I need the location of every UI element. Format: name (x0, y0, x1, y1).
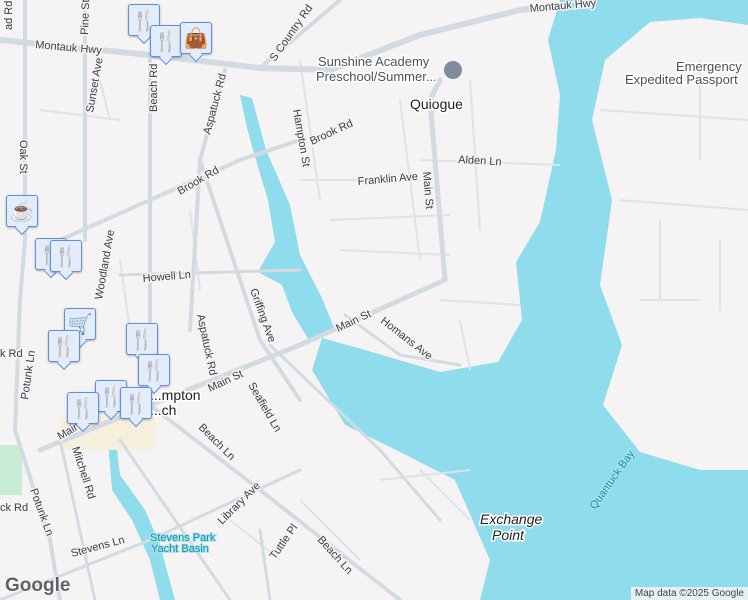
marker-restaurant-icon[interactable]: 🍴 (126, 323, 158, 355)
marker-restaurant-icon[interactable]: 🍴 (150, 25, 182, 57)
label-main-st-3: Main St (420, 171, 435, 209)
park-area (0, 445, 22, 495)
label-seafield-ln: Seafield Ln (245, 381, 283, 435)
poi-sunshine-academy-1[interactable]: Sunshine Academy (317, 53, 432, 71)
label-franklin-ave: Franklin Ave (357, 171, 418, 188)
label-beach-ln-2: Beach Ln (315, 534, 355, 577)
google-logo: Google (5, 575, 71, 596)
label-library-ave: Library Ave (216, 480, 263, 527)
label-woodland-ave: Woodland Ave (93, 229, 117, 301)
place-quiogue: Quiogue (410, 96, 463, 112)
label-oak-st: Oak St (17, 140, 29, 174)
label-beach-rd: Beach Rd (148, 64, 160, 112)
label-partial-rd-2: ck Rd (0, 502, 28, 514)
label-aspatuck-rd-1: Aspatuck Rd (201, 72, 229, 135)
label-yacht-basin-2: Yacht Basin (151, 543, 209, 555)
marker-restaurant-icon[interactable]: 🍴 (48, 330, 80, 362)
marker-restaurant-icon[interactable]: 🍴 (50, 240, 82, 272)
label-pine-st: Pine St (79, 0, 92, 35)
yacht-basin-water (108, 440, 175, 600)
label-brook-rd-2: Brook Rd (308, 117, 355, 147)
marker-restaurant-icon[interactable]: 🍴 (138, 354, 170, 386)
map-canvas[interactable]: Montauk Hwy Montauk Hwy S Country Rd Bro… (0, 0, 748, 600)
label-mitchell-rd: Mitchell Rd (69, 445, 97, 500)
label-stevens-ln: Stevens Ln (70, 534, 126, 560)
marker-shopping-bag-icon[interactable]: 👜 (180, 22, 212, 54)
place-exchange-point-1: Exchange (480, 511, 542, 527)
label-potunk-ln-2: Potunk Ln (27, 487, 55, 538)
label-aspatuck-rd-2: Aspatuck Rd (194, 313, 219, 377)
poi-sunshine-academy-2[interactable]: Preschool/Summer... (315, 68, 439, 86)
marker-cafe-icon[interactable]: ☕ (6, 195, 38, 227)
label-tuttle-pl: Tuttle Pl (268, 522, 301, 562)
label-s-country-rd: S Country Rd (268, 3, 316, 64)
label-montauk-hwy-west: Montauk Hwy (35, 39, 103, 57)
poi-passport-2[interactable]: Expedited Passport (624, 71, 740, 89)
school-icon[interactable] (444, 61, 462, 79)
label-partial-rd-1: ad Rd (3, 1, 15, 30)
label-sunset-ave: Sunset Ave (84, 57, 105, 114)
label-partial-rd-3: k Rd (0, 348, 23, 360)
place-westhampton-2: ...ch (150, 402, 176, 418)
marker-restaurant-icon[interactable]: 🍴 (120, 387, 152, 419)
marker-restaurant-icon[interactable]: 🍴 (67, 392, 99, 424)
label-alden-ln: Alden Ln (458, 154, 502, 168)
place-exchange-point-2: Point (492, 527, 525, 543)
map-attribution[interactable]: Map data ©2025 Google (630, 587, 748, 600)
